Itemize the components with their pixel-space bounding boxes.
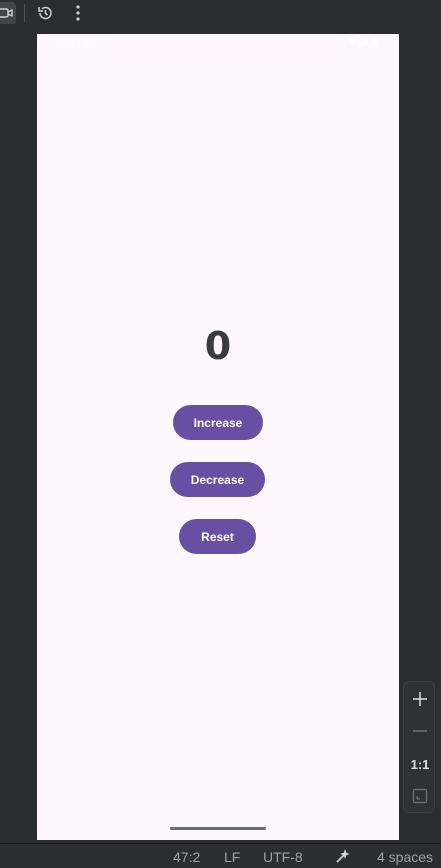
status-time: 10:53 AM xyxy=(53,37,100,49)
device-preview: 10:53 AM 0 Increase Decrease Reset xyxy=(37,34,399,840)
minus-icon xyxy=(413,730,427,732)
zoom-controls: 1:1 xyxy=(403,681,435,813)
history-icon[interactable] xyxy=(34,2,56,24)
reset-button[interactable]: Reset xyxy=(179,519,256,554)
actual-size-label: 1:1 xyxy=(410,756,430,772)
caret-position[interactable]: 47:2 xyxy=(173,849,200,865)
fit-screen-button[interactable] xyxy=(404,781,436,811)
fit-screen-icon xyxy=(412,788,428,804)
ai-assistant-icon[interactable] xyxy=(334,847,352,868)
zoom-in-button[interactable] xyxy=(404,684,436,714)
wifi-icon xyxy=(348,38,357,45)
battery-icon xyxy=(372,37,377,46)
camera-icon[interactable] xyxy=(0,2,16,24)
counter-value: 0 xyxy=(204,324,232,368)
gesture-navigation-bar xyxy=(170,827,266,830)
android-status-bar: 10:53 AM xyxy=(37,34,399,52)
indent-setting[interactable]: 4 spaces xyxy=(377,849,433,865)
ide-status-bar: 47:2 LF UTF-8 4 spaces xyxy=(0,843,441,866)
more-vert-icon[interactable] xyxy=(67,2,89,24)
zoom-out-button[interactable] xyxy=(404,716,436,746)
actual-size-button[interactable]: 1:1 xyxy=(404,749,436,779)
plus-icon xyxy=(413,692,427,706)
toolbar-separator xyxy=(24,4,25,22)
signal-icon xyxy=(361,38,368,45)
file-encoding[interactable]: UTF-8 xyxy=(263,849,303,865)
line-ending[interactable]: LF xyxy=(224,849,240,865)
status-icons xyxy=(348,37,377,46)
decrease-button[interactable]: Decrease xyxy=(170,462,265,497)
preview-toolbar xyxy=(0,0,441,26)
increase-button[interactable]: Increase xyxy=(173,405,263,440)
